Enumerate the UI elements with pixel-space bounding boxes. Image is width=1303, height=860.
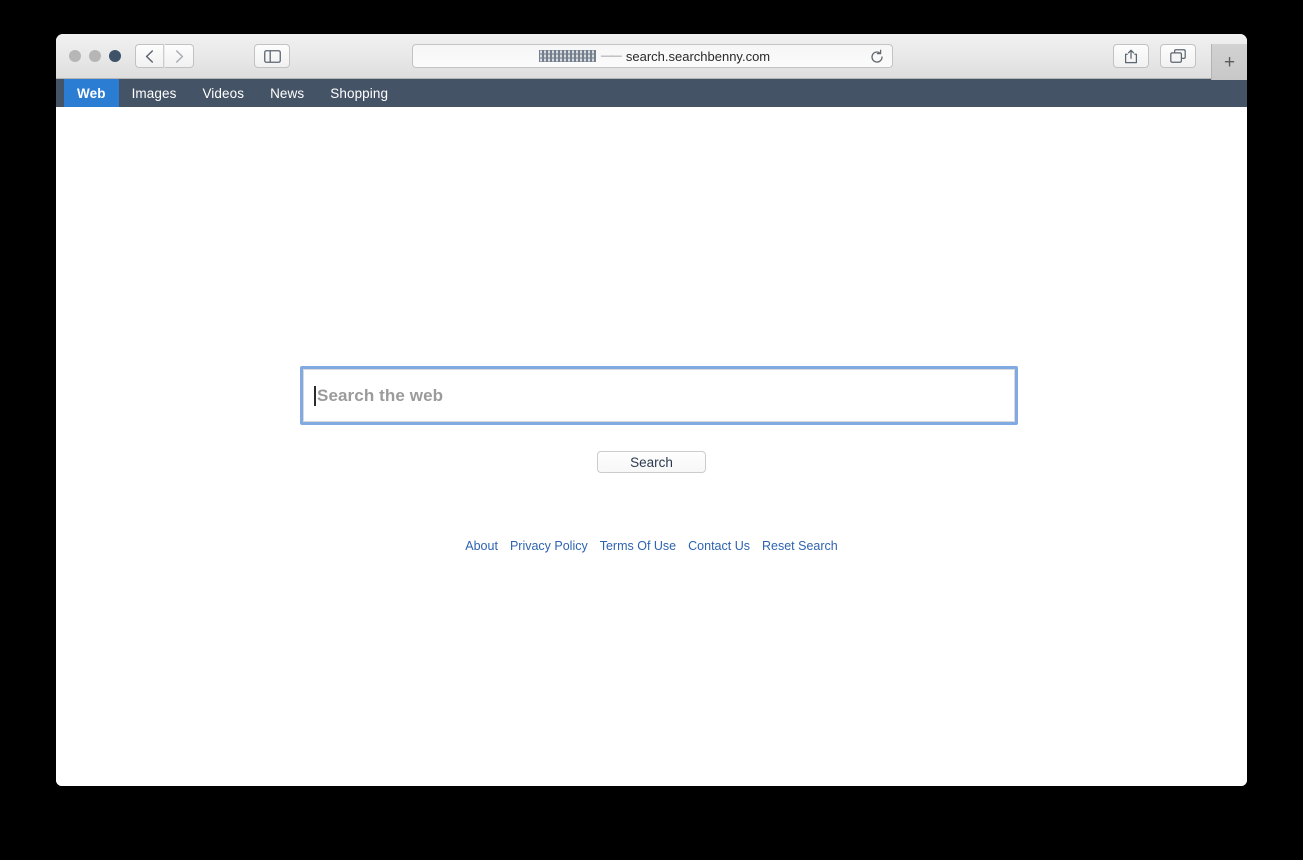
navigation-buttons	[135, 44, 194, 68]
footer-links: About Privacy Policy Terms Of Use Contac…	[56, 539, 1247, 553]
address-bar-url: search.searchbenny.com	[625, 48, 771, 64]
search-input-placeholder: Search the web	[317, 385, 444, 405]
nav-item-images[interactable]: Images	[119, 79, 190, 107]
address-bar-content: —— search.searchbenny.com	[538, 48, 771, 64]
search-input[interactable]: Search the web	[303, 369, 1015, 422]
minimize-window-button[interactable]	[89, 50, 101, 62]
sidebar-toggle-wrap	[254, 44, 290, 68]
footer-link-contact-us[interactable]: Contact Us	[682, 539, 756, 553]
zoom-window-button[interactable]	[109, 50, 121, 62]
text-cursor	[314, 385, 316, 406]
show-tabs-icon	[1170, 49, 1186, 63]
show-sidebar-button[interactable]	[254, 44, 290, 68]
nav-item-label: Videos	[202, 85, 245, 101]
footer-link-about[interactable]: About	[459, 539, 504, 553]
site-category-nav: Web Images Videos News Shopping	[56, 79, 1247, 107]
show-tabs-button[interactable]	[1160, 44, 1196, 68]
forward-button[interactable]	[165, 44, 194, 68]
search-field-focus-ring: Search the web	[300, 366, 1018, 425]
close-window-button[interactable]	[69, 50, 81, 62]
nav-item-label: News	[270, 85, 305, 101]
footer-link-reset-search[interactable]: Reset Search	[756, 539, 844, 553]
nav-item-label: Web	[77, 85, 106, 101]
show-sidebar-icon	[263, 49, 281, 63]
browser-window: —— search.searchbenny.com + Web Images V…	[56, 34, 1247, 786]
back-button[interactable]	[135, 44, 164, 68]
new-tab-button[interactable]: +	[1211, 44, 1247, 80]
footer-link-privacy-policy[interactable]: Privacy Policy	[504, 539, 594, 553]
window-traffic-lights	[69, 50, 121, 62]
nav-item-label: Images	[131, 85, 177, 101]
page-content: Search the web Search About Privacy Poli…	[56, 107, 1247, 786]
share-icon	[1124, 49, 1138, 64]
plus-icon: +	[1223, 51, 1236, 73]
footer-link-terms-of-use[interactable]: Terms Of Use	[594, 539, 682, 553]
desktop-background: —— search.searchbenny.com + Web Images V…	[0, 0, 1303, 860]
chevron-left-icon	[145, 49, 154, 63]
redacted-url-prefix	[538, 50, 596, 62]
nav-item-web[interactable]: Web	[64, 79, 119, 107]
address-bar[interactable]: —— search.searchbenny.com	[412, 44, 893, 68]
nav-item-shopping[interactable]: Shopping	[317, 79, 401, 107]
url-separator: ——	[600, 50, 622, 62]
nav-item-news[interactable]: News	[257, 79, 317, 107]
nav-item-videos[interactable]: Videos	[189, 79, 257, 107]
nav-item-label: Shopping	[330, 85, 389, 101]
reload-button[interactable]	[869, 49, 885, 65]
browser-toolbar: —— search.searchbenny.com +	[56, 34, 1247, 80]
chevron-right-icon	[175, 49, 184, 63]
reload-icon	[869, 49, 885, 69]
share-button[interactable]	[1113, 44, 1149, 68]
toolbar-right-buttons	[1113, 44, 1196, 68]
search-button[interactable]: Search	[597, 451, 706, 473]
